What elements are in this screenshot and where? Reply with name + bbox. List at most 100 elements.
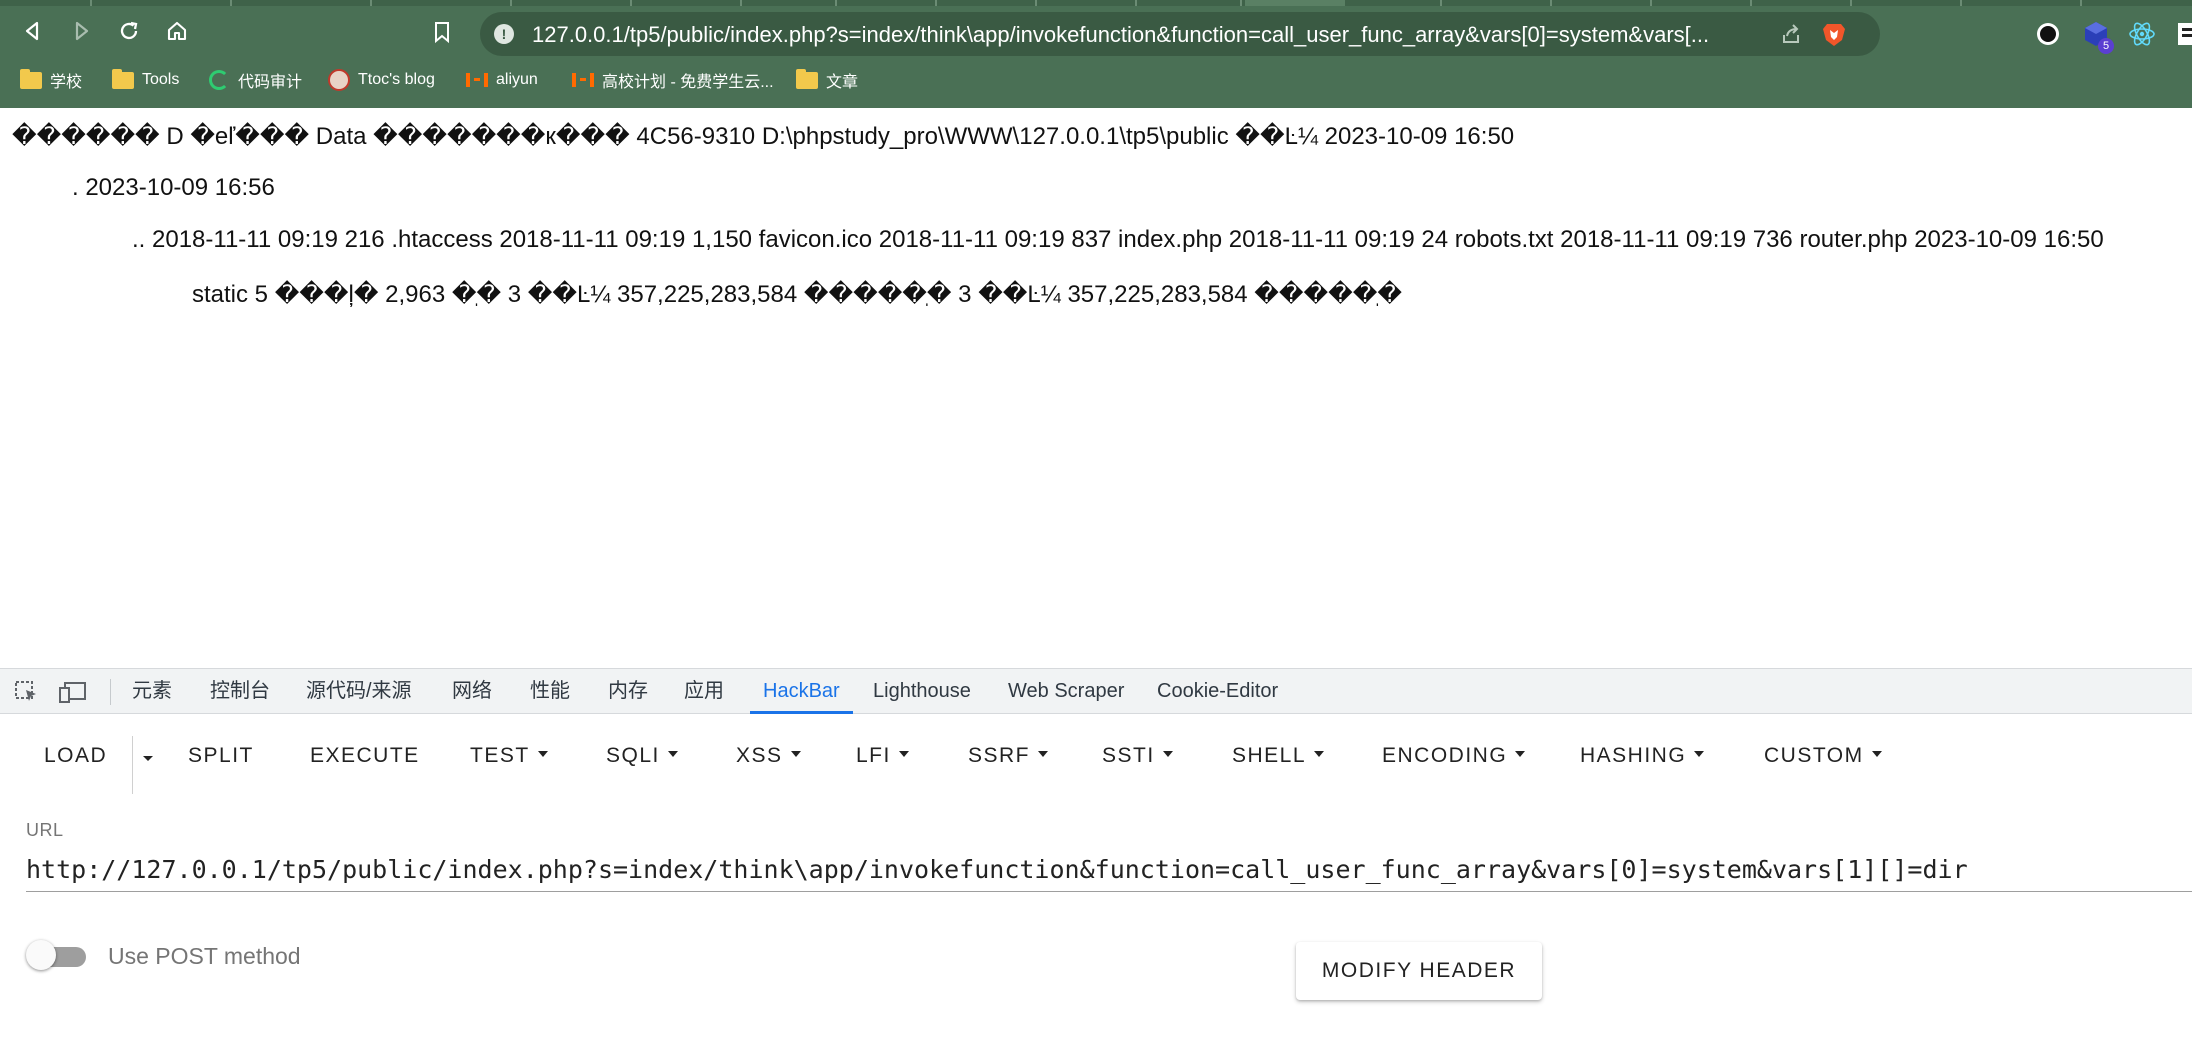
bookmarks-bar: 学校 Tools 代码审计 Ttoc's blog aliyun 高校计划 - … (0, 60, 2192, 100)
menu-label: TEST (470, 744, 530, 767)
chevron-down-icon (1694, 751, 1705, 758)
tab-console[interactable]: 控制台 (210, 669, 270, 714)
aliyun-icon (572, 70, 594, 90)
tab-network[interactable]: 网络 (452, 669, 492, 714)
bookmark-item[interactable]: Ttoc's blog (328, 68, 435, 92)
brave-shield-icon[interactable] (1820, 20, 1848, 48)
bookmark-item[interactable]: 高校计划 - 免费学生云... (572, 68, 774, 92)
load-button[interactable]: LOAD (44, 736, 107, 776)
chevron-down-icon (1038, 751, 1049, 758)
command-output-line: .. 2018-11-11 09:19 216 .htaccess 2018-1… (132, 226, 2104, 253)
chevron-down-icon (537, 751, 548, 758)
ssti-menu-button[interactable]: SSTI (1102, 736, 1173, 776)
toggle-knob (26, 940, 56, 970)
menu-label: ENCODING (1382, 744, 1508, 767)
chevron-down-icon (1162, 751, 1173, 758)
load-dropdown-icon[interactable] (138, 748, 158, 768)
split-button[interactable]: SPLIT (188, 736, 254, 776)
loading-ring-icon (208, 70, 230, 90)
url-input-value[interactable]: http://127.0.0.1/tp5/public/index.php?s=… (26, 852, 1968, 888)
command-output-line: ������ D �eľ��� Data �������к��� 4C56-93… (12, 123, 1515, 150)
menu-label: SQLI (606, 744, 660, 767)
bookmark-item[interactable]: 文章 (796, 68, 858, 92)
lfi-menu-button[interactable]: LFI (856, 736, 909, 776)
menu-label: LFI (856, 744, 891, 767)
bookmark-label: 代码审计 (238, 74, 303, 91)
post-method-label: Use POST method (108, 943, 301, 969)
bookmark-this-page-icon[interactable] (430, 20, 454, 44)
tab-elements[interactable]: 元素 (132, 669, 172, 714)
site-info-icon[interactable]: ! (494, 24, 514, 44)
folder-icon (20, 68, 42, 90)
page-content: ������ D �eľ��� Data �������к��� 4C56-93… (0, 108, 2192, 668)
chevron-down-icon (667, 751, 678, 758)
back-icon[interactable] (16, 14, 50, 48)
bookmark-item[interactable]: Tools (112, 68, 179, 92)
browser-chrome: ! 127.0.0.1/tp5/public/index.php?s=index… (0, 0, 2192, 108)
sqli-menu-button[interactable]: SQLI (606, 736, 678, 776)
menu-label: HASHING (1580, 744, 1687, 767)
folder-icon (796, 68, 818, 90)
bookmark-label: Tools (142, 71, 180, 88)
device-toolbar-icon[interactable] (58, 680, 88, 704)
tab-sources[interactable]: 源代码/来源 (306, 669, 412, 714)
hackbar-toolbar: LOAD SPLIT EXECUTE TEST SQLI XSS LFI SSR… (0, 714, 2192, 800)
custom-menu-button[interactable]: CUSTOM (1764, 736, 1882, 776)
tab-web-scraper[interactable]: Web Scraper (1008, 669, 1124, 714)
bookmark-item[interactable]: 代码审计 (208, 68, 302, 92)
chevron-down-icon (1515, 751, 1526, 758)
tab-performance[interactable]: 性能 (530, 669, 570, 714)
execute-button[interactable]: EXECUTE (310, 736, 420, 776)
devtools-tab-bar: 元素 控制台 源代码/来源 网络 性能 内存 应用 HackBar Lighth… (0, 668, 2192, 714)
bookmark-item[interactable]: 学校 (20, 68, 82, 92)
bookmark-label: 学校 (50, 74, 83, 91)
chevron-down-icon (790, 751, 801, 758)
tab-cookie-editor[interactable]: Cookie-Editor (1157, 669, 1278, 714)
chevron-down-icon (898, 751, 909, 758)
tab-lighthouse[interactable]: Lighthouse (873, 669, 971, 714)
extension-partial-icon[interactable] (2176, 20, 2192, 48)
shell-menu-button[interactable]: SHELL (1232, 736, 1325, 776)
xss-menu-button[interactable]: XSS (736, 736, 801, 776)
menu-label: XSS (736, 744, 783, 767)
menu-label: SSTI (1102, 744, 1155, 767)
load-split-divider (132, 736, 133, 794)
folder-icon (112, 68, 134, 90)
inspect-element-icon[interactable] (14, 680, 40, 704)
toolbar-divider (110, 679, 111, 705)
menu-label: SHELL (1232, 744, 1307, 767)
home-icon[interactable] (160, 14, 194, 48)
share-icon[interactable] (1780, 23, 1802, 45)
test-menu-button[interactable]: TEST (470, 736, 548, 776)
extension-circle-icon[interactable] (2034, 20, 2062, 48)
devtools-panel: 元素 控制台 源代码/来源 网络 性能 内存 应用 HackBar Lighth… (0, 668, 2192, 1048)
bookmark-label: Ttoc's blog (358, 71, 435, 88)
extension-count-badge: 5 (2098, 38, 2114, 54)
reload-icon[interactable] (112, 14, 146, 48)
modify-header-button[interactable]: MODIFY HEADER (1296, 942, 1542, 1000)
address-bar[interactable]: ! 127.0.0.1/tp5/public/index.php?s=index… (480, 12, 1880, 56)
command-output-line: . 2023-10-09 16:56 (72, 174, 275, 201)
bookmark-label: aliyun (496, 71, 538, 88)
hashing-menu-button[interactable]: HASHING (1580, 736, 1705, 776)
address-bar-url[interactable]: 127.0.0.1/tp5/public/index.php?s=index/t… (532, 22, 1782, 48)
ssrf-menu-button[interactable]: SSRF (968, 736, 1049, 776)
navigation-row: ! 127.0.0.1/tp5/public/index.php?s=index… (0, 6, 2192, 56)
tab-hackbar[interactable]: HackBar (750, 669, 853, 714)
forward-icon[interactable] (64, 14, 98, 48)
chevron-down-icon (1314, 751, 1325, 758)
command-output-line: static 5 ���ļ� 2,963 �ֽ� 3 ��Ŀ¼ 357,225,… (192, 281, 1402, 308)
post-method-toggle[interactable] (26, 936, 90, 972)
extension-react-icon[interactable] (2128, 20, 2156, 48)
bookmark-item[interactable]: aliyun (466, 68, 538, 92)
bookmark-label: 高校计划 - 免费学生云... (602, 74, 774, 91)
avatar-icon (328, 69, 350, 91)
tab-memory[interactable]: 内存 (608, 669, 648, 714)
menu-label: CUSTOM (1764, 744, 1864, 767)
encoding-menu-button[interactable]: ENCODING (1382, 736, 1526, 776)
url-field-label: URL (26, 820, 64, 840)
chevron-down-icon (1871, 751, 1882, 758)
tab-application[interactable]: 应用 (684, 669, 724, 714)
url-input[interactable]: http://127.0.0.1/tp5/public/index.php?s=… (26, 848, 2192, 892)
aliyun-icon (466, 70, 488, 90)
